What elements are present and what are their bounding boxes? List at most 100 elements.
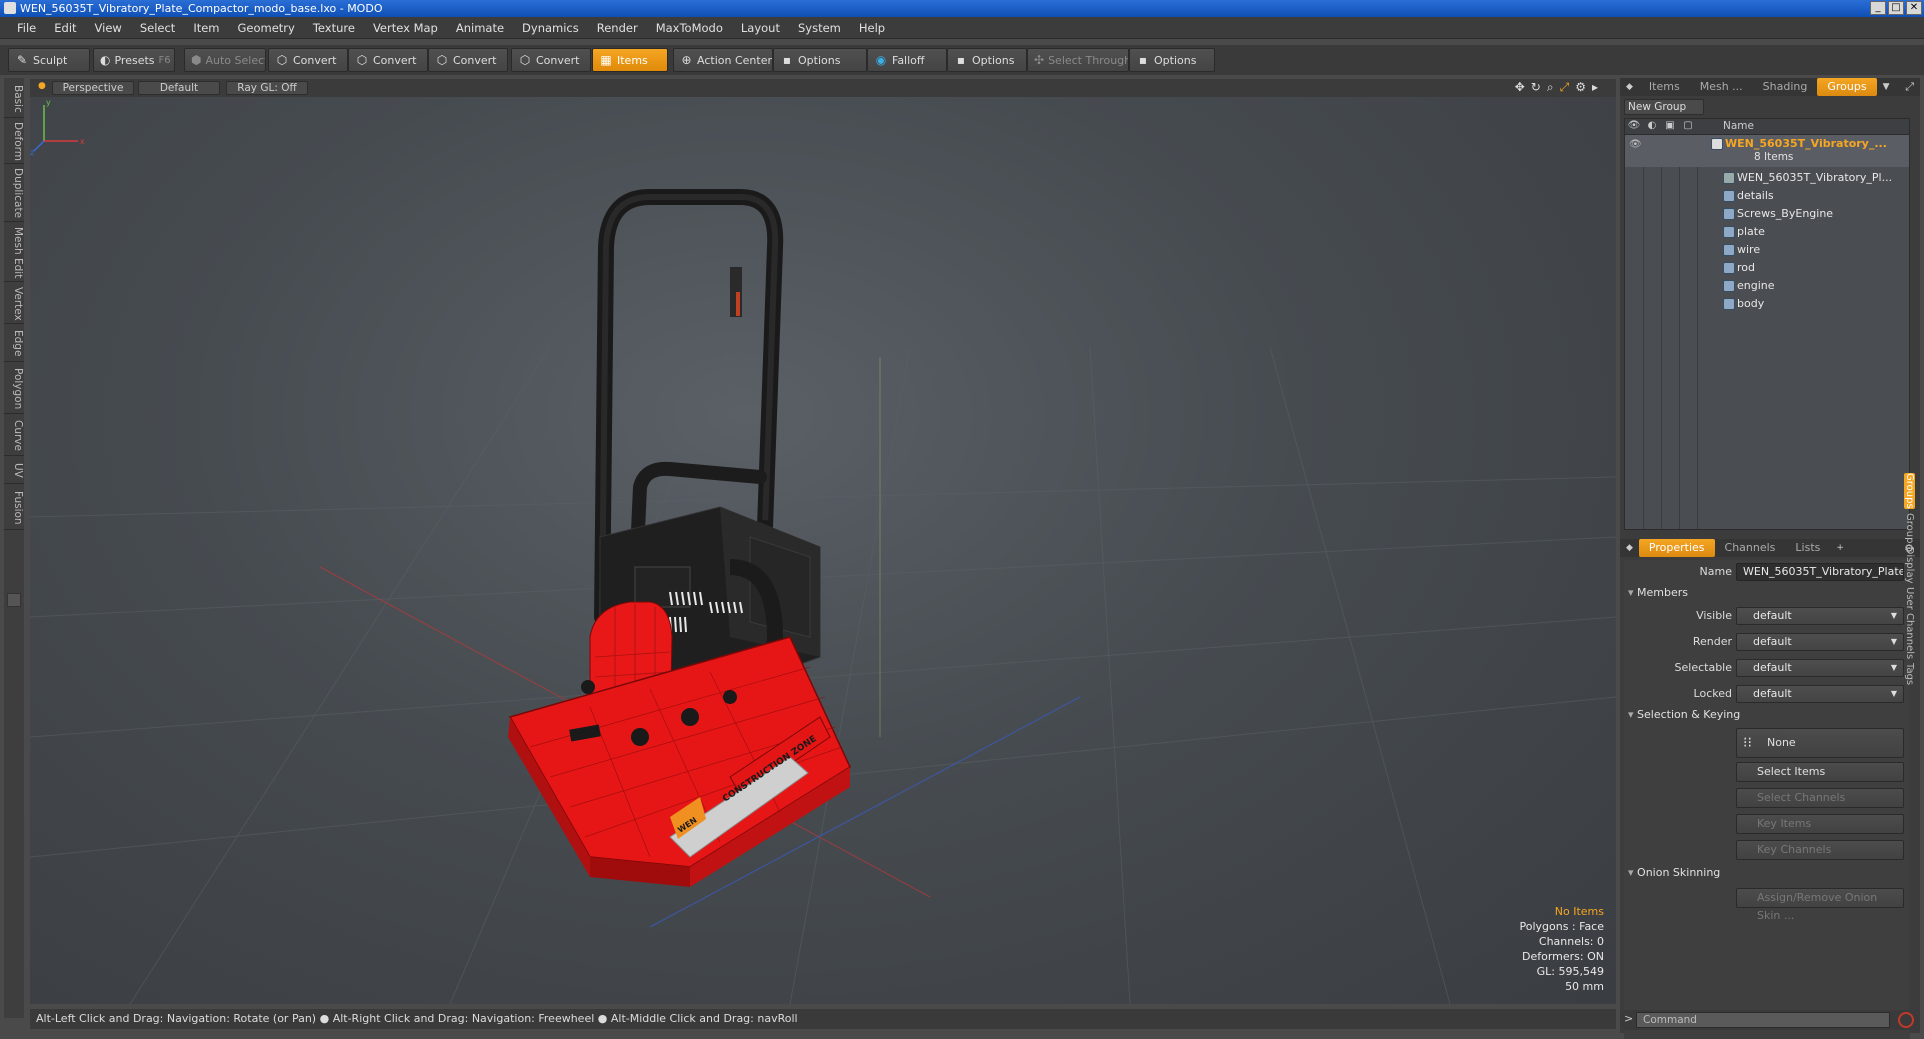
maximize-button[interactable]: □	[1888, 1, 1904, 15]
visibility-column-icon[interactable]: 👁	[1627, 120, 1641, 131]
shading-style-dropdown[interactable]: Default	[138, 81, 220, 95]
panel-menu-icon[interactable]: ◆	[1620, 82, 1639, 92]
select-through-button[interactable]: ✣ Select Through	[1027, 48, 1129, 72]
pan-icon[interactable]: ✥	[1515, 80, 1525, 95]
key-channels-button[interactable]: Key Channels	[1736, 840, 1904, 860]
auto-select-button[interactable]: ⬢ Auto Select	[184, 48, 266, 72]
tool-palette-toggle[interactable]	[7, 593, 21, 607]
selection-keying-section[interactable]: Selection & Keying	[1628, 708, 1740, 721]
menu-system[interactable]: System	[789, 17, 850, 39]
falloff-options-button[interactable]: ▪ Options	[947, 48, 1027, 72]
menu-animate[interactable]: Animate	[447, 17, 513, 39]
expand-arrow-icon[interactable]: ▸	[1592, 80, 1598, 95]
raygl-toggle[interactable]: Ray GL: Off	[226, 81, 308, 95]
tab-curve[interactable]: Curve	[4, 416, 24, 456]
close-button[interactable]: ✕	[1906, 1, 1922, 15]
action-center-options-button[interactable]: ▪ Options	[773, 48, 867, 72]
tab-fusion[interactable]: Fusion	[4, 486, 24, 530]
key-items-button[interactable]: Key Items	[1736, 814, 1904, 834]
action-center-button[interactable]: ⊕ Action Center	[673, 48, 773, 72]
none-button[interactable]: ⁝⁝ None	[1736, 728, 1904, 758]
tab-vertex[interactable]: Vertex	[4, 284, 24, 324]
zoom-icon[interactable]: ⌕	[1547, 80, 1554, 95]
menu-file[interactable]: File	[8, 17, 45, 39]
tab-groups[interactable]: Groups	[1817, 78, 1877, 96]
locked-dropdown[interactable]: default	[1736, 685, 1904, 703]
menu-render[interactable]: Render	[588, 17, 647, 39]
name-field[interactable]: WEN_56035T_Vibratory_Plate_C	[1736, 563, 1904, 581]
tab-uv[interactable]: UV	[4, 458, 24, 484]
eye-icon[interactable]: 👁	[1629, 136, 1642, 154]
select-items-button[interactable]: Select Items	[1736, 762, 1904, 782]
minimize-button[interactable]: _	[1870, 1, 1886, 15]
menu-texture[interactable]: Texture	[304, 17, 364, 39]
record-icon[interactable]	[1898, 1012, 1914, 1028]
tab-mesh-edit[interactable]: Mesh Edit	[4, 224, 24, 282]
list-item[interactable]: plate	[1625, 223, 1909, 241]
members-section[interactable]: Members	[1628, 586, 1688, 599]
convert-button-3[interactable]: ⬡ Convert	[428, 48, 508, 72]
menu-maxtomodo[interactable]: MaxToModo	[647, 17, 732, 39]
tab-properties[interactable]: Properties	[1638, 539, 1715, 557]
items-mode-button[interactable]: ▦ Items	[592, 48, 668, 72]
fit-icon[interactable]: ⤢	[1560, 80, 1570, 95]
chevron-down-icon[interactable]: ▼	[1877, 82, 1896, 92]
3d-viewport[interactable]: CONSTRUCTION ZONE WEN y x z No Items Pol…	[30, 97, 1616, 1004]
tab-edge[interactable]: Edge	[4, 326, 24, 362]
select-channels-button[interactable]: Select Channels	[1736, 788, 1904, 808]
presets-button[interactable]: ◐ Presets F6	[93, 48, 175, 72]
menu-select[interactable]: Select	[131, 17, 184, 39]
sculpt-button[interactable]: ✎ Sculpt	[8, 48, 90, 72]
menu-edit[interactable]: Edit	[45, 17, 85, 39]
list-item[interactable]: Screws_ByEngine	[1625, 205, 1909, 223]
add-tab-icon[interactable]: +	[1830, 543, 1850, 553]
list-item[interactable]: wire	[1625, 241, 1909, 259]
menu-view[interactable]: View	[86, 17, 131, 39]
viewport-settings-icon[interactable]: ⚙	[1575, 80, 1586, 95]
list-item[interactable]: WEN_56035T_Vibratory_Pl...	[1625, 169, 1909, 187]
tab-mesh[interactable]: Mesh ...	[1690, 78, 1753, 96]
new-group-button[interactable]: New Group	[1624, 99, 1704, 115]
list-item[interactable]: engine	[1625, 277, 1909, 295]
group-row[interactable]: 👁 WEN_56035T_Vibratory_... 8 Items	[1625, 135, 1909, 167]
select-through-options-button[interactable]: ▪ Options	[1129, 48, 1215, 72]
command-input[interactable]: Command	[1636, 1012, 1890, 1028]
menu-help[interactable]: Help	[850, 17, 894, 39]
tab-items[interactable]: Items	[1639, 78, 1690, 96]
tab-basic[interactable]: Basic	[4, 80, 24, 118]
menu-item[interactable]: Item	[184, 17, 228, 39]
tab-shading[interactable]: Shading	[1753, 78, 1818, 96]
tab-deform[interactable]: Deform	[4, 120, 24, 164]
panel-menu-icon[interactable]: ◆	[1620, 543, 1639, 553]
tab-duplicate[interactable]: Duplicate	[4, 166, 24, 222]
expand-panel-icon[interactable]: ⤢	[1905, 80, 1920, 94]
list-item[interactable]: body	[1625, 295, 1909, 313]
tab-lists[interactable]: Lists	[1785, 539, 1830, 557]
render-dropdown[interactable]: default	[1736, 633, 1904, 651]
menu-geometry[interactable]: Geometry	[229, 17, 304, 39]
list-item[interactable]: rod	[1625, 259, 1909, 277]
convert-button-4[interactable]: ⬡ Convert	[511, 48, 591, 72]
render-column-icon[interactable]: ◐	[1645, 120, 1659, 131]
rotate-icon[interactable]: ↻	[1531, 80, 1541, 95]
projection-dropdown[interactable]: Perspective	[52, 81, 134, 95]
side-tab-tags[interactable]: Tags	[1904, 663, 1915, 685]
tab-polygon[interactable]: Polygon	[4, 364, 24, 414]
list-item[interactable]: details	[1625, 187, 1909, 205]
menu-vertex-map[interactable]: Vertex Map	[364, 17, 447, 39]
convert-button-1[interactable]: ⬡ Convert	[268, 48, 348, 72]
onion-skinning-section[interactable]: Onion Skinning	[1628, 866, 1720, 879]
menu-layout[interactable]: Layout	[732, 17, 789, 39]
tab-channels[interactable]: Channels	[1715, 539, 1786, 557]
side-tab-user-channels[interactable]: User Channels	[1904, 587, 1915, 659]
side-tab-group-display[interactable]: Group Display	[1904, 513, 1915, 583]
side-tab-groups[interactable]: Groups	[1904, 473, 1915, 509]
convert-button-2[interactable]: ⬡ Convert	[348, 48, 428, 72]
onion-skin-button[interactable]: Assign/Remove Onion Skin ...	[1736, 888, 1904, 922]
falloff-button[interactable]: ◉ Falloff	[867, 48, 947, 72]
lock-column-icon[interactable]: ▢	[1681, 120, 1695, 131]
select-column-icon[interactable]: ▣	[1663, 120, 1677, 131]
viewport-menu-icon[interactable]: ●	[38, 81, 46, 91]
visible-dropdown[interactable]: default	[1736, 607, 1904, 625]
menu-dynamics[interactable]: Dynamics	[513, 17, 588, 39]
